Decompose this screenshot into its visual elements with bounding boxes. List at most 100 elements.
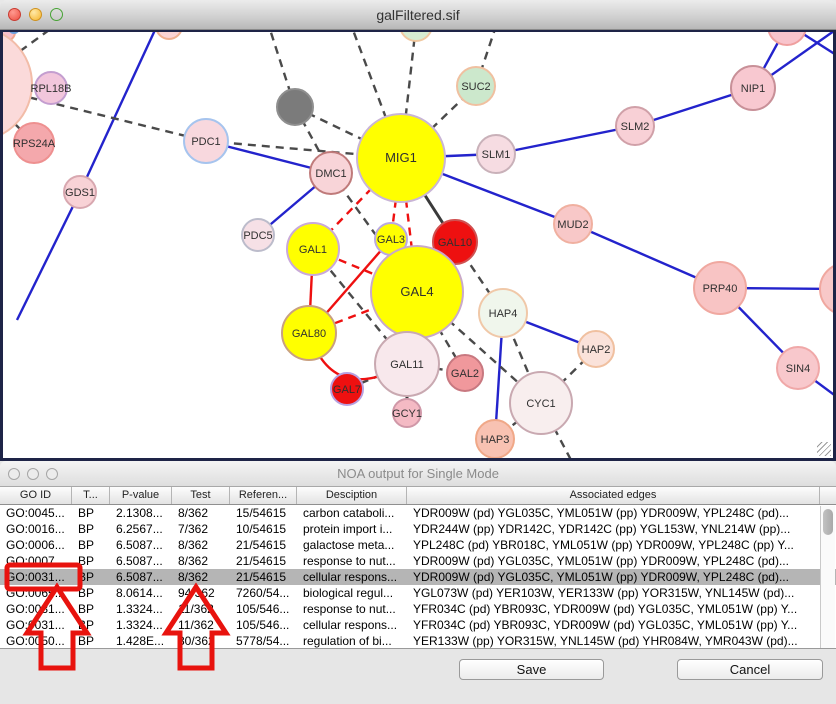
graph-node-label: SLM2 — [621, 121, 650, 133]
table-cell: protein import i... — [297, 521, 407, 537]
table-row[interactable]: GO:0016...BP6.2567...7/36210/54615protei… — [0, 521, 836, 537]
table-cell: GO:0007... — [0, 553, 72, 569]
cancel-button[interactable]: Cancel — [677, 659, 823, 680]
column-header-desciption[interactable]: Desciption — [297, 487, 407, 504]
table-cell: response to nut... — [297, 553, 407, 569]
table-cell: 7260/54... — [230, 585, 297, 601]
column-header-test[interactable]: Test — [172, 487, 230, 504]
network-window-title: galFiltered.sif — [0, 7, 836, 23]
graph-node-label: SLM1 — [482, 149, 511, 161]
results-table: GO:0045...BP2.1308...8/36215/54615carbon… — [0, 505, 836, 649]
network-view-frame: RPL18BRPS24AGDS1PDC1MIG1DMC1SUC2SLM1SLM2… — [0, 30, 836, 461]
graph-node-label: SUC2 — [461, 81, 490, 93]
table-cell: 105/546... — [230, 617, 297, 633]
table-cell: 15/54615 — [230, 505, 297, 521]
table-cell: 6.5087... — [110, 569, 172, 585]
table-scrollbar[interactable] — [820, 506, 835, 648]
table-row[interactable]: GO:0050...BP1.428E...80/3625778/54...reg… — [0, 633, 836, 649]
table-cell: YGL073W (pd) YER103W, YER133W (pp) YOR31… — [407, 585, 820, 601]
graph-node-label: GCY1 — [392, 408, 422, 420]
table-cell: GO:0006... — [0, 537, 72, 553]
graph-node-label: GAL10 — [438, 237, 472, 249]
table-cell: 11/362 — [172, 601, 230, 617]
table-cell: 7/362 — [172, 521, 230, 537]
table-cell: GO:0016... — [0, 521, 72, 537]
table-row[interactable]: GO:0006...BP6.5087...8/36221/54615galact… — [0, 537, 836, 553]
network-canvas[interactable]: RPL18BRPS24AGDS1PDC1MIG1DMC1SUC2SLM1SLM2… — [3, 32, 833, 458]
table-row[interactable]: GO:0007...BP6.5087...8/36221/54615respon… — [0, 553, 836, 569]
table-cell: BP — [72, 585, 110, 601]
column-header-spacer — [820, 487, 836, 504]
graph-edge — [17, 192, 80, 320]
column-header-associated-edges[interactable]: Associated edges — [407, 487, 820, 504]
noa-window-title: NOA output for Single Mode — [0, 466, 836, 481]
table-cell: BP — [72, 553, 110, 569]
graph-node-msi[interactable] — [820, 263, 833, 315]
table-cell: 1.3324... — [110, 617, 172, 633]
graph-node-label: HAP2 — [582, 344, 611, 356]
table-cell: 80/362 — [172, 633, 230, 649]
table-cell: 21/54615 — [230, 569, 297, 585]
table-cell: regulation of bi... — [297, 633, 407, 649]
graph-node-label: GAL1 — [299, 244, 327, 256]
column-header-go-id[interactable]: GO ID — [0, 487, 72, 504]
table-cell: 21/54615 — [230, 537, 297, 553]
network-window-titlebar[interactable]: galFiltered.sif — [0, 0, 836, 30]
table-cell: YPL248C (pd) YBR018C, YML051W (pp) YDR00… — [407, 537, 820, 553]
graph-node[interactable] — [277, 89, 313, 125]
table-row[interactable]: GO:0065...BP8.0614...94/3627260/54...bio… — [0, 585, 836, 601]
table-cell: 6.2567... — [110, 521, 172, 537]
results-table-header[interactable]: GO IDT...P-valueTestReferen...Desciption… — [0, 487, 836, 505]
table-row[interactable]: GO:0031...BP1.3324...11/362105/546...res… — [0, 601, 836, 617]
graph-node-label: PDC5 — [243, 230, 272, 242]
graph-node-label: GAL3 — [377, 234, 405, 246]
table-cell: 105/546... — [230, 601, 297, 617]
table-cell: response to nut... — [297, 601, 407, 617]
graph-node-label: RPS24A — [13, 138, 56, 150]
graph-node[interactable] — [768, 32, 806, 45]
save-button[interactable]: Save — [459, 659, 604, 680]
table-cell: 21/54615 — [230, 553, 297, 569]
table-cell: GO:0031... — [0, 617, 72, 633]
graph-node-label: GDS1 — [65, 187, 95, 199]
column-header-referen-[interactable]: Referen... — [230, 487, 297, 504]
graph-node-label: GAL11 — [390, 359, 423, 371]
table-cell: BP — [72, 569, 110, 585]
table-cell: YDR009W (pd) YGL035C, YML051W (pp) YDR00… — [407, 553, 820, 569]
graph-node-label: MIG1 — [385, 150, 417, 165]
graph-node-label: NIP1 — [741, 83, 765, 95]
graph-node[interactable] — [9, 32, 19, 33]
resize-grip-icon[interactable] — [817, 442, 831, 456]
table-row[interactable]: GO:0031...BP6.5087...8/36221/54615cellul… — [0, 569, 836, 585]
table-cell: 5778/54... — [230, 633, 297, 649]
table-cell: GO:0031... — [0, 569, 72, 585]
table-cell: 11/362 — [172, 617, 230, 633]
graph-node-label: GAL2 — [451, 368, 479, 380]
table-cell: BP — [72, 601, 110, 617]
graph-node-label: HAP4 — [489, 308, 518, 320]
column-header-t-[interactable]: T... — [72, 487, 110, 504]
column-header-p-value[interactable]: P-value — [110, 487, 172, 504]
table-cell: BP — [72, 521, 110, 537]
graph-node[interactable] — [156, 32, 182, 39]
noa-window-titlebar[interactable]: NOA output for Single Mode — [0, 461, 836, 487]
table-row[interactable]: GO:0045...BP2.1308...8/36215/54615carbon… — [0, 505, 836, 521]
graph-node-label: CYC1 — [526, 398, 555, 410]
graph-node-label: GAL4 — [400, 284, 433, 299]
table-cell: 6.5087... — [110, 553, 172, 569]
table-cell: YDR244W (pp) YDR142C, YDR142C (pp) YGL15… — [407, 521, 820, 537]
table-cell: BP — [72, 633, 110, 649]
table-cell: 94/362 — [172, 585, 230, 601]
graph-node-label: HAP3 — [481, 434, 510, 446]
table-cell: BP — [72, 617, 110, 633]
table-row[interactable]: GO:0031...BP1.3324...11/362105/546...cel… — [0, 617, 836, 633]
table-cell: cellular respons... — [297, 569, 407, 585]
graph-node-label: MUD2 — [557, 219, 588, 231]
scrollbar-thumb[interactable] — [823, 509, 833, 535]
screen: galFiltered.sif RPL18BRPS24AGDS1PDC1MIG1… — [0, 0, 836, 704]
table-cell: 6.5087... — [110, 537, 172, 553]
graph-node[interactable] — [400, 32, 432, 41]
table-cell: YDR009W (pd) YGL035C, YML051W (pp) YDR00… — [407, 505, 820, 521]
table-cell: 1.428E... — [110, 633, 172, 649]
table-cell: 8/362 — [172, 569, 230, 585]
